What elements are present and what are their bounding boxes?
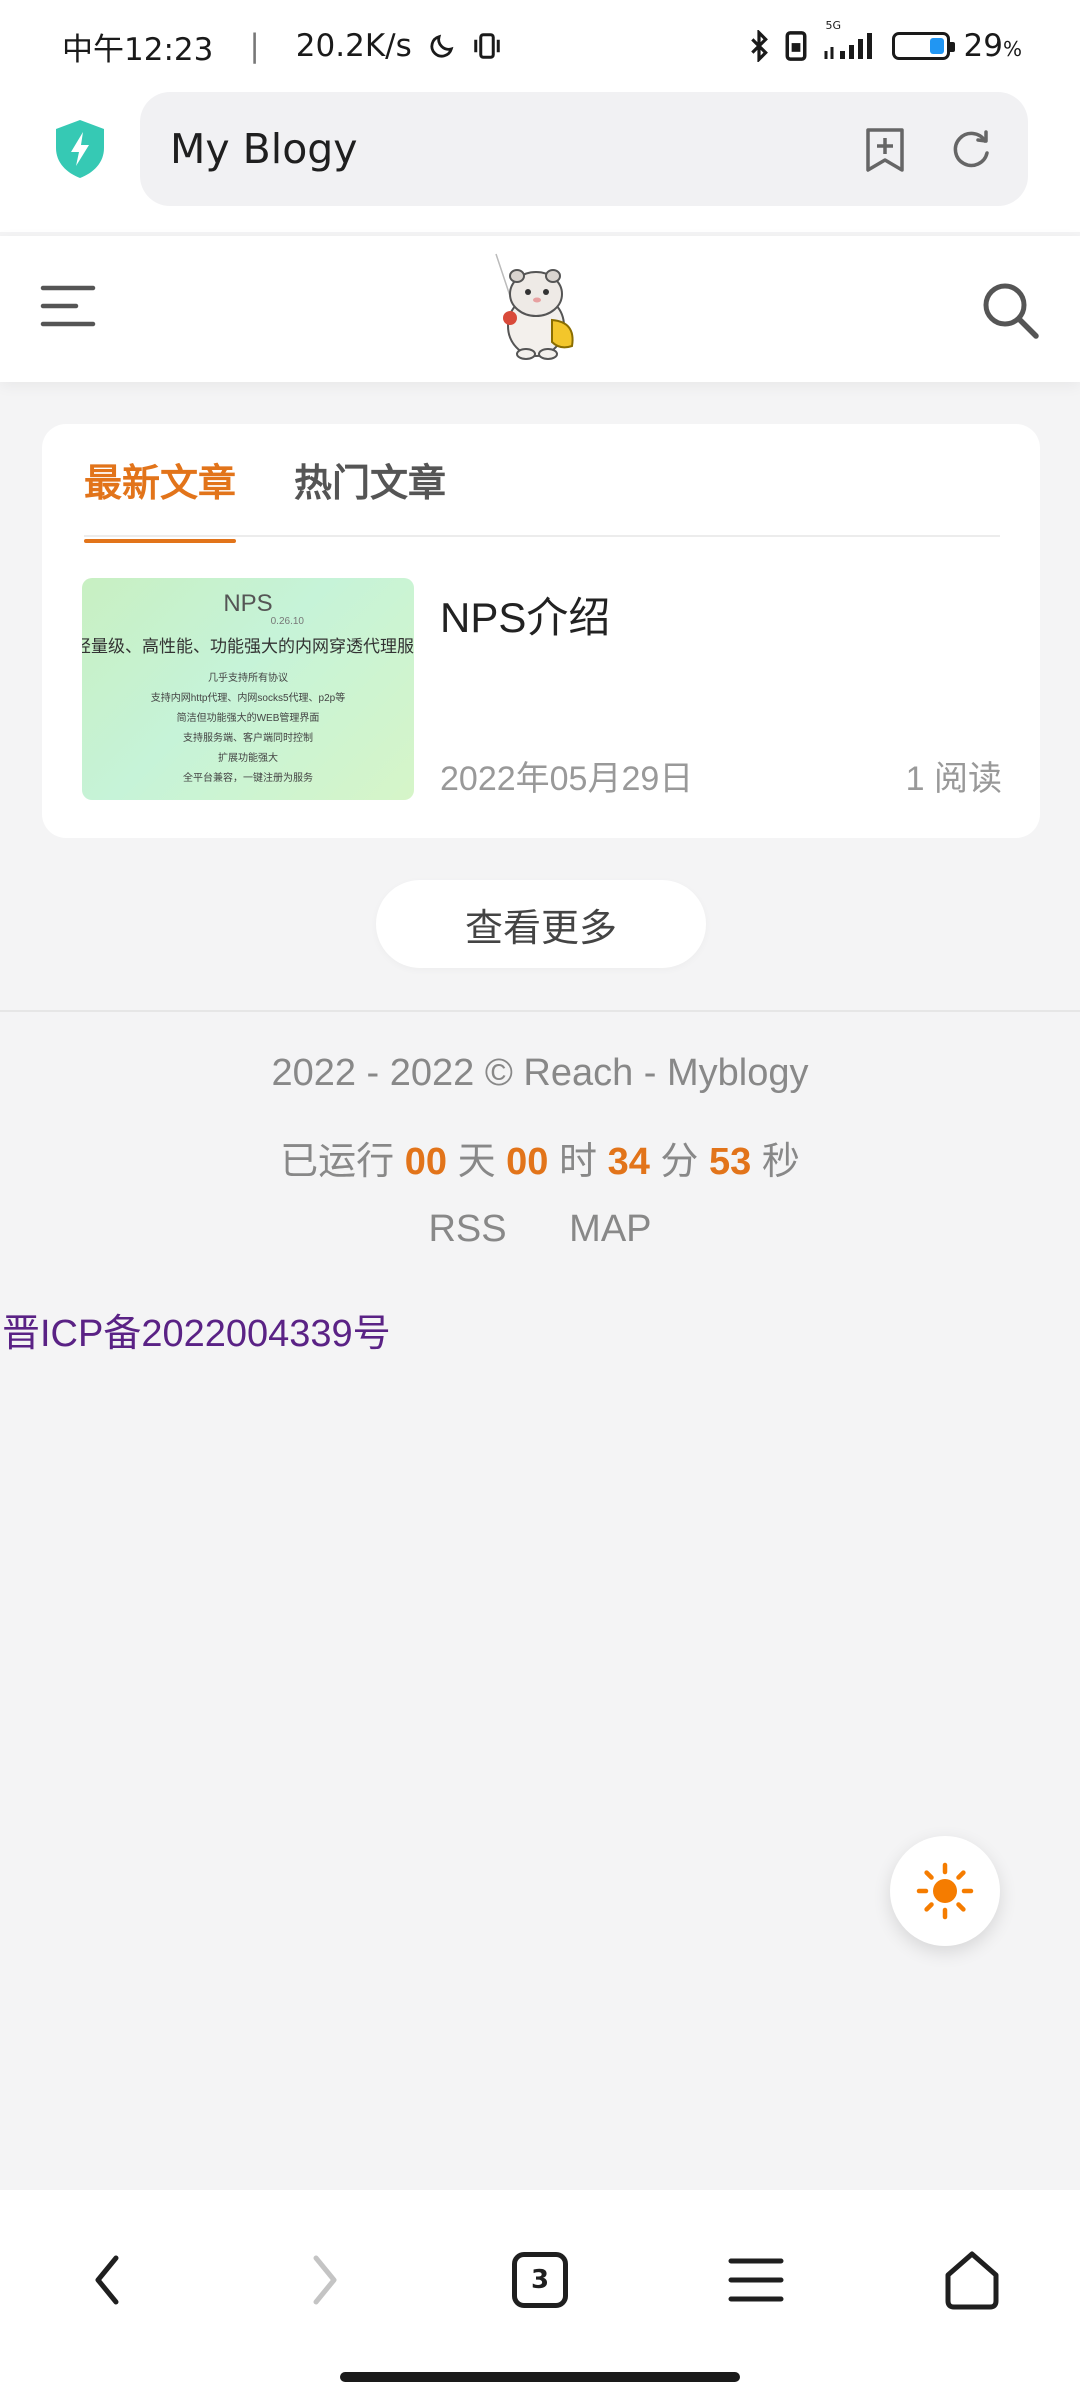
search-icon[interactable] [978, 278, 1042, 342]
articles-card: 最新文章 热门文章 NPS 0.26.10 轻量级、高性能、功能强大的内网穿透代… [42, 424, 1040, 838]
status-net-speed: 20.2K/s [295, 28, 412, 64]
runtime-hours: 00 [506, 1141, 549, 1183]
footer-divider [0, 1010, 1080, 1012]
vibrate-icon [474, 33, 500, 59]
home-button[interactable] [932, 2240, 1012, 2320]
runtime-seconds-unit: 秒 [761, 1141, 800, 1183]
network-type: 5G [825, 19, 842, 32]
battery-fill [930, 38, 944, 54]
home-icon [945, 2251, 999, 2310]
shield-icon[interactable] [52, 118, 108, 180]
battery-percent: 29% [963, 28, 1022, 64]
thumbnail-feature: 支持内网http代理、内网socks5代理、p2p等 [150, 693, 346, 704]
status-time: 中午12:23 [62, 31, 214, 68]
article-date: 2022年05月29日 [440, 760, 694, 798]
site-logo-hamster[interactable] [490, 250, 590, 366]
sim-icon [785, 31, 807, 61]
tabs-divider [84, 535, 1000, 537]
thumbnail-feature: 支持服务端、客户端同时控制 [183, 733, 313, 744]
footer-copyright: 2022 - 2022 © Reach - Myblogy [271, 1052, 809, 1094]
runtime-prefix: 已运行 [280, 1141, 395, 1183]
thumbnail-feature: 简洁但功能强大的WEB管理界面 [176, 713, 320, 724]
address-bar: My Blogy [0, 92, 1080, 232]
thumbnail-feature: 全平台兼容，一键注册为服务 [183, 773, 313, 784]
thumbnail-version: 0.26.10 [270, 616, 304, 627]
menu-icon[interactable] [40, 280, 96, 332]
tab-latest-articles[interactable]: 最新文章 [84, 452, 237, 543]
browser-nav-bar: 3 [0, 2190, 1080, 2400]
url-actions [862, 126, 994, 174]
status-separator: | [249, 28, 260, 64]
hamburger-menu-icon [728, 2258, 784, 2302]
thumbnail-feature: 几乎支持所有协议 [208, 673, 288, 684]
battery-icon [891, 32, 955, 60]
gesture-home-indicator[interactable] [340, 2372, 740, 2382]
sun-icon [916, 1862, 974, 1920]
article-item[interactable]: NPS 0.26.10 轻量级、高性能、功能强大的内网穿透代理服务 几乎支持所有… [82, 578, 1002, 800]
status-left: 中午12:23 | 20.2K/s [62, 24, 502, 69]
thumbnail-feature: 扩展功能强大 [218, 753, 278, 764]
forward-arrow-icon [313, 2255, 337, 2305]
url-text[interactable]: My Blogy [170, 125, 358, 173]
back-button[interactable] [68, 2240, 148, 2320]
runtime-minutes-unit: 分 [660, 1141, 699, 1183]
runtime-days-unit: 天 [457, 1141, 496, 1183]
signal-icon [824, 33, 872, 59]
article-thumbnail[interactable]: NPS 0.26.10 轻量级、高性能、功能强大的内网穿透代理服务 几乎支持所有… [82, 578, 414, 800]
footer-links: RSS MAP [0, 1208, 1080, 1251]
article-read-count: 1 阅读 [905, 760, 1002, 798]
browser-menu-button[interactable] [716, 2240, 796, 2320]
icp-license-link[interactable]: 晋ICP备2022004339号 [2, 1302, 391, 1357]
theme-toggle-button[interactable] [890, 1836, 1000, 1946]
article-tabs: 最新文章 热门文章 [84, 452, 446, 543]
article-title[interactable]: NPS介绍 [440, 584, 610, 645]
runtime-minutes: 34 [607, 1141, 650, 1183]
tab-count-icon: 3 [512, 2252, 568, 2308]
site-header [0, 236, 1080, 382]
thumbnail-features: 几乎支持所有协议 支持内网http代理、内网socks5代理、p2p等 简洁但功… [82, 669, 414, 789]
view-more-button[interactable]: 查看更多 [376, 880, 706, 968]
runtime-hours-unit: 时 [558, 1141, 597, 1183]
tab-popular-articles[interactable]: 热门文章 [294, 452, 446, 543]
moon-icon [430, 34, 454, 58]
signal-indicator: 5G [822, 19, 878, 61]
map-link[interactable]: MAP [569, 1208, 651, 1250]
site-runtime: 已运行 00 天 00 时 34 分 53 秒 [0, 1130, 1080, 1185]
tabs-button[interactable]: 3 [500, 2240, 580, 2320]
status-bar: 中午12:23 | 20.2K/s 5G 29% [0, 0, 1080, 92]
forward-button[interactable] [284, 2240, 364, 2320]
refresh-icon[interactable] [948, 126, 994, 172]
bluetooth-icon [750, 30, 768, 62]
url-field[interactable]: My Blogy [140, 92, 1028, 206]
rss-link[interactable]: RSS [428, 1208, 506, 1250]
status-right: 5G 29% [748, 19, 1022, 64]
thumbnail-subtitle: 轻量级、高性能、功能强大的内网穿透代理服务 [82, 637, 414, 656]
back-arrow-icon [95, 2255, 119, 2305]
bookmark-add-icon[interactable] [862, 126, 908, 174]
runtime-days: 00 [404, 1141, 447, 1183]
thumbnail-title: NPS [223, 590, 273, 617]
runtime-seconds: 53 [708, 1141, 752, 1183]
